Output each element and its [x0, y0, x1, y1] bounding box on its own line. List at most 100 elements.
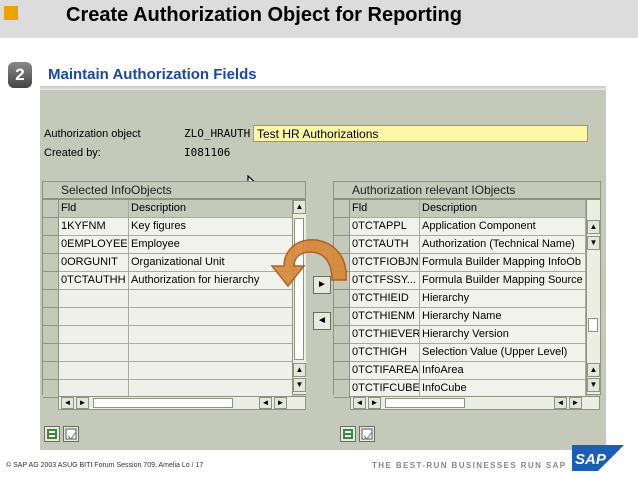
- select-all-icon[interactable]: [340, 426, 356, 442]
- scroll-up-button[interactable]: ▲: [587, 220, 600, 234]
- row-selector[interactable]: [43, 236, 59, 254]
- right-vertical-scrollbar[interactable]: ▲ ▼ ▲ ▼: [586, 200, 600, 394]
- scroll-up-button[interactable]: ▲: [293, 200, 306, 214]
- scroll-down-button-top[interactable]: ▼: [587, 236, 600, 250]
- scroll-left-icon: ◄: [556, 398, 565, 407]
- scroll-left-button-end[interactable]: ◄: [554, 397, 567, 409]
- scroll-left-button[interactable]: ◄: [61, 397, 74, 409]
- slide-title: Create Authorization Object for Reportin…: [66, 4, 462, 26]
- fld-cell[interactable]: 0TCTHIEVER: [350, 326, 420, 344]
- move-left-button[interactable]: ◄: [313, 312, 331, 330]
- fld-cell[interactable]: 1KYFNM: [59, 218, 129, 236]
- deselect-all-icon[interactable]: [63, 426, 79, 442]
- col-description-header[interactable]: Description: [129, 200, 293, 218]
- auth-object-text-input[interactable]: Test HR Authorizations: [253, 125, 588, 142]
- fld-cell[interactable]: 0ORGUNIT: [59, 254, 129, 272]
- left-horizontal-scrollbar[interactable]: ◄ ► ◄ ►: [58, 396, 306, 410]
- row-selector[interactable]: [334, 362, 350, 380]
- fld-cell[interactable]: [59, 290, 129, 308]
- step-badge: 2: [8, 62, 32, 88]
- scroll-left-button-end[interactable]: ◄: [259, 397, 272, 409]
- row-selector[interactable]: [43, 344, 59, 362]
- row-selector[interactable]: [43, 380, 59, 398]
- left-vertical-scrollbar[interactable]: ▲ ▲ ▼: [292, 200, 306, 394]
- row-selector[interactable]: [334, 308, 350, 326]
- row-selector[interactable]: [43, 218, 59, 236]
- scroll-right-icon: ►: [78, 398, 87, 407]
- scroll-up-button-lower[interactable]: ▲: [293, 363, 306, 377]
- right-table-header: Fld Description: [334, 200, 586, 218]
- auth-object-label: Authorization object: [44, 128, 141, 140]
- fld-cell[interactable]: 0EMPLOYEE: [59, 236, 129, 254]
- scroll-left-button[interactable]: ◄: [353, 397, 366, 409]
- row-selector[interactable]: [43, 308, 59, 326]
- created-by-value: I081106: [184, 146, 231, 159]
- scroll-left-icon: ◄: [261, 398, 270, 407]
- scroll-right-button[interactable]: ►: [368, 397, 381, 409]
- scroll-left-icon: ◄: [63, 398, 72, 407]
- fld-cell[interactable]: 0TCTAUTHH: [59, 272, 129, 290]
- description-cell[interactable]: [129, 362, 293, 380]
- scroll-down-button[interactable]: ▼: [293, 378, 306, 392]
- scroll-right-button-end[interactable]: ►: [569, 397, 582, 409]
- scroll-up-button-lower[interactable]: ▲: [587, 363, 600, 377]
- scroll-right-button[interactable]: ►: [76, 397, 89, 409]
- description-cell[interactable]: [129, 326, 293, 344]
- col-fld-header[interactable]: Fld: [350, 200, 420, 218]
- description-cell[interactable]: InfoArea: [420, 362, 586, 380]
- select-all-toggle[interactable]: [334, 200, 350, 218]
- row-selector[interactable]: [43, 272, 59, 290]
- fld-cell[interactable]: 0TCTHIEID: [350, 290, 420, 308]
- description-cell[interactable]: Formula Builder Mapping Source: [420, 272, 586, 290]
- select-all-toggle[interactable]: [43, 200, 59, 218]
- scroll-thumb[interactable]: [588, 318, 598, 332]
- col-description-header[interactable]: Description: [420, 200, 586, 218]
- fld-cell[interactable]: 0TCTAPPL: [350, 218, 420, 236]
- fld-cell[interactable]: 0TCTFIOBJN: [350, 254, 420, 272]
- horizontal-thumb[interactable]: [93, 398, 233, 408]
- row-selector[interactable]: [334, 290, 350, 308]
- horizontal-thumb[interactable]: [385, 398, 465, 408]
- deselect-all-icon[interactable]: [359, 426, 375, 442]
- sap-logo: SAP: [572, 445, 624, 471]
- row-selector[interactable]: [43, 362, 59, 380]
- fld-cell[interactable]: 0TCTIFAREA: [350, 362, 420, 380]
- fld-cell[interactable]: 0TCTHIENM: [350, 308, 420, 326]
- description-cell[interactable]: Application Component: [420, 218, 586, 236]
- right-table-title: Authorization relevant IObjects: [333, 181, 601, 199]
- description-cell[interactable]: Hierarchy Version: [420, 326, 586, 344]
- row-selector[interactable]: [334, 326, 350, 344]
- slide-title-bar: Create Authorization Object for Reportin…: [0, 0, 638, 38]
- scroll-right-icon: ►: [571, 398, 580, 407]
- scroll-up-icon: ▲: [295, 365, 304, 374]
- fld-cell[interactable]: 0TCTHIGH: [350, 344, 420, 362]
- fld-cell[interactable]: [59, 344, 129, 362]
- scroll-down-button[interactable]: ▼: [587, 378, 600, 392]
- col-fld-header[interactable]: Fld: [59, 200, 129, 218]
- description-cell[interactable]: Formula Builder Mapping InfoOb: [420, 254, 586, 272]
- fld-cell[interactable]: [59, 326, 129, 344]
- fld-cell[interactable]: [59, 308, 129, 326]
- description-cell[interactable]: [129, 344, 293, 362]
- fld-cell[interactable]: 0TCTAUTH: [350, 236, 420, 254]
- scroll-right-button-end[interactable]: ►: [274, 397, 287, 409]
- row-selector[interactable]: [334, 380, 350, 398]
- left-table-header: Fld Description: [43, 200, 293, 218]
- row-selector[interactable]: [43, 326, 59, 344]
- description-cell[interactable]: Hierarchy Name: [420, 308, 586, 326]
- scroll-down-icon: ▼: [589, 380, 598, 389]
- description-cell[interactable]: Authorization (Technical Name): [420, 236, 586, 254]
- row-selector[interactable]: [334, 344, 350, 362]
- description-cell[interactable]: Selection Value (Upper Level): [420, 344, 586, 362]
- description-cell[interactable]: [129, 290, 293, 308]
- scroll-right-icon: ►: [276, 398, 285, 407]
- row-selector[interactable]: [43, 254, 59, 272]
- row-selector[interactable]: [43, 290, 59, 308]
- select-all-icon[interactable]: [44, 426, 60, 442]
- scroll-down-icon: ▼: [295, 380, 304, 389]
- fld-cell[interactable]: 0TCTFSSY...: [350, 272, 420, 290]
- description-cell[interactable]: Hierarchy: [420, 290, 586, 308]
- fld-cell[interactable]: [59, 362, 129, 380]
- right-horizontal-scrollbar[interactable]: ◄ ► ◄ ►: [350, 396, 600, 410]
- description-cell[interactable]: [129, 308, 293, 326]
